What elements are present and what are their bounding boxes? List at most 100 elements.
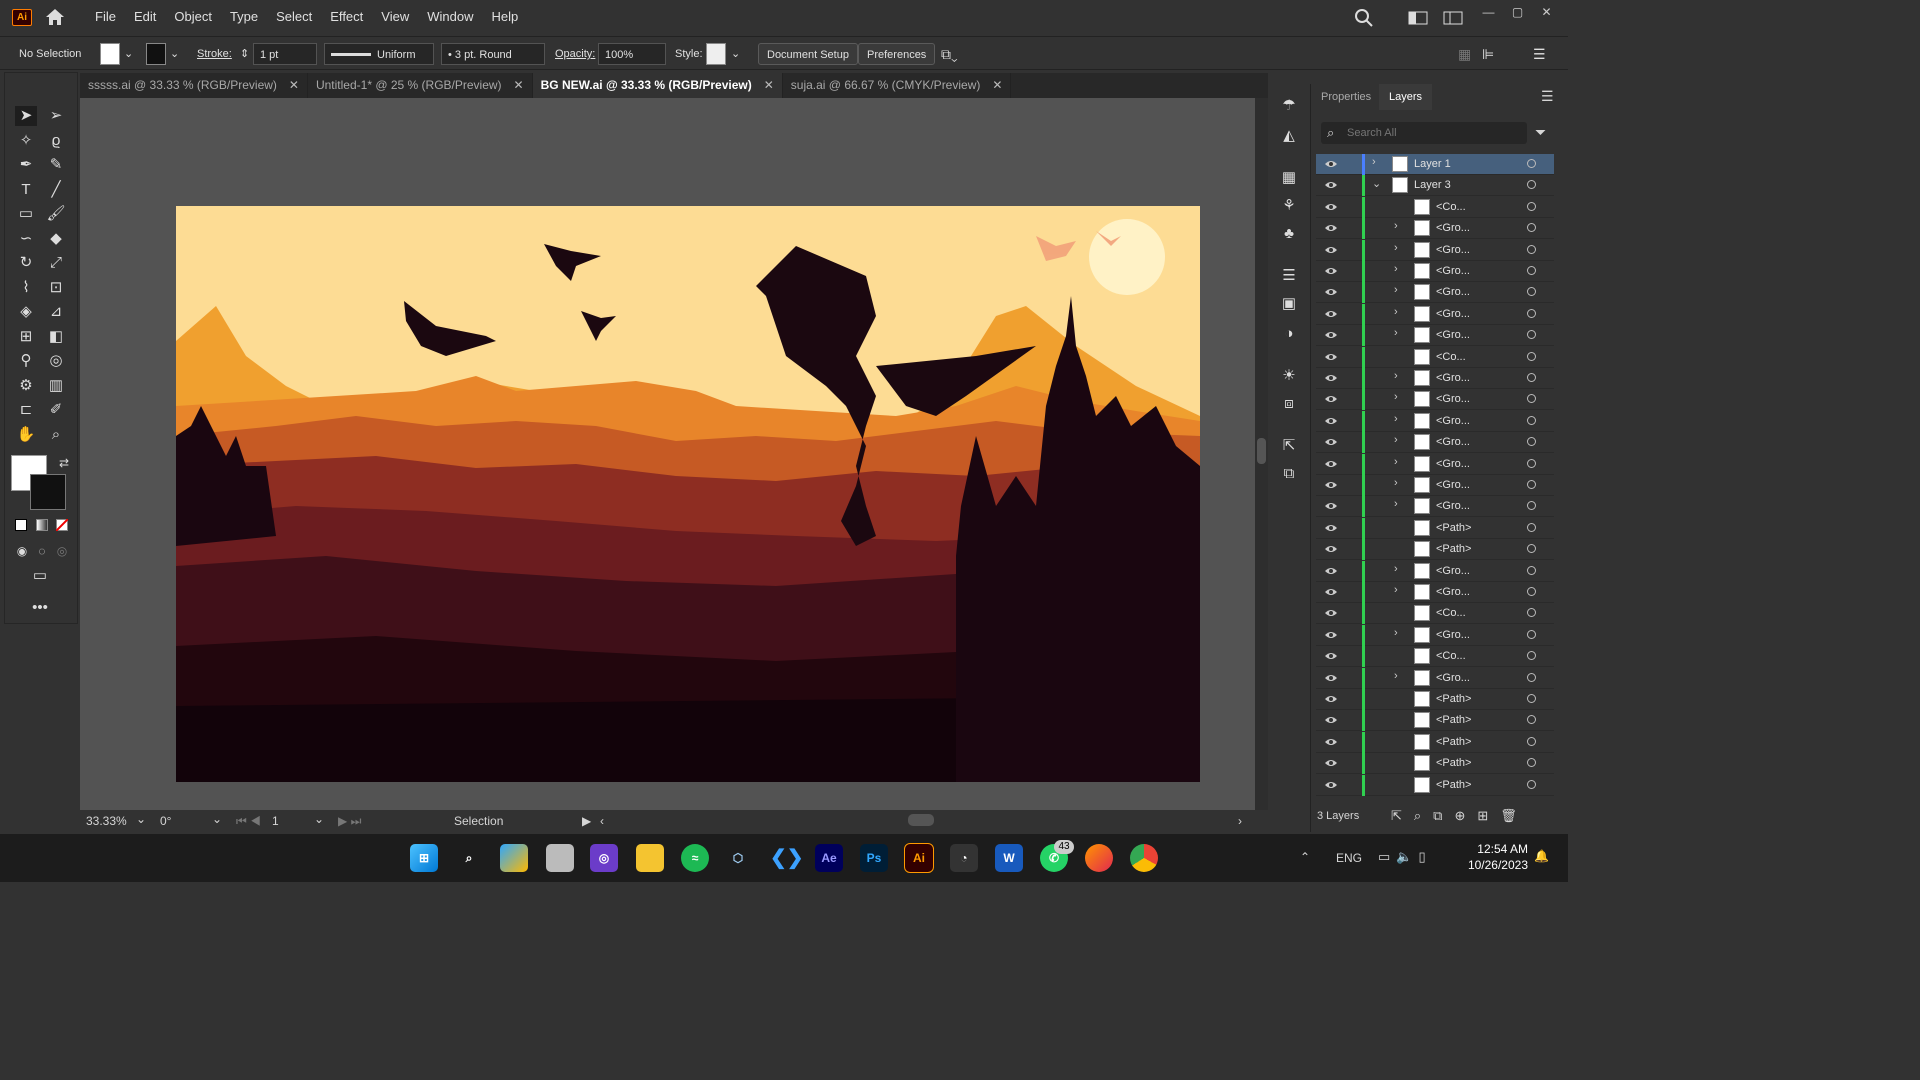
target-icon[interactable] bbox=[1527, 330, 1536, 340]
layer-row[interactable]: › <Gro... bbox=[1316, 432, 1554, 454]
layer-row[interactable]: › <Gro... bbox=[1316, 218, 1554, 240]
tab-layers[interactable]: Layers bbox=[1379, 84, 1433, 110]
menu-help[interactable]: Help bbox=[482, 0, 527, 34]
word-icon[interactable]: W bbox=[995, 844, 1023, 872]
arrange-documents-icon[interactable]: ⧉⌄ bbox=[941, 43, 958, 65]
eye-icon[interactable] bbox=[1324, 329, 1338, 341]
expand-icon[interactable]: ⌄ bbox=[1372, 177, 1381, 190]
target-icon[interactable] bbox=[1527, 437, 1536, 447]
eye-icon[interactable] bbox=[1324, 244, 1338, 256]
eraser-icon[interactable]: ◆ bbox=[45, 229, 67, 249]
target-icon[interactable] bbox=[1527, 373, 1536, 382]
target-icon[interactable] bbox=[1527, 629, 1536, 639]
target-icon[interactable] bbox=[1527, 266, 1536, 275]
layer-row[interactable]: › <Gro... bbox=[1316, 624, 1554, 646]
layer-row[interactable]: › <Gro... bbox=[1316, 667, 1554, 689]
chevron-down-icon[interactable]: ⌄ bbox=[314, 812, 324, 826]
more-tools-icon[interactable]: ••• bbox=[29, 598, 51, 618]
layer-row[interactable]: › <Gro... bbox=[1316, 325, 1554, 347]
target-icon[interactable] bbox=[1527, 736, 1536, 746]
expand-icon[interactable]: › bbox=[1394, 434, 1398, 446]
target-icon[interactable] bbox=[1527, 544, 1536, 554]
target-icon[interactable] bbox=[1527, 522, 1536, 532]
chevron-down-icon[interactable]: ⌄ bbox=[212, 812, 222, 826]
eye-icon[interactable] bbox=[1324, 714, 1338, 726]
tab-suja[interactable]: suja.ai @ 66.67 % (CMYK/Preview) ✕ bbox=[783, 73, 1012, 98]
swatches-icon[interactable]: ▦ bbox=[1278, 168, 1300, 188]
eye-icon[interactable] bbox=[1324, 265, 1338, 277]
pen-tool-icon[interactable]: ✒ bbox=[15, 155, 37, 175]
first-artboard-icon[interactable]: ⏮ ◀ bbox=[236, 814, 261, 829]
menu-window[interactable]: Window bbox=[418, 0, 482, 34]
close-icon[interactable]: ✕ bbox=[992, 73, 1002, 98]
layer-row[interactable]: › <Gro... bbox=[1316, 389, 1554, 411]
eye-icon[interactable] bbox=[1324, 222, 1338, 234]
expand-icon[interactable]: › bbox=[1394, 220, 1398, 232]
menu-type[interactable]: Type bbox=[221, 0, 267, 34]
layer-actions-icon[interactable]: ⇱⌕⧉⊕⊞🗑 bbox=[1391, 808, 1529, 824]
search-input[interactable] bbox=[1347, 124, 1517, 142]
paintbrush-icon[interactable]: 🖌 bbox=[45, 204, 67, 224]
mesh-tool-icon[interactable]: ⊞ bbox=[15, 327, 37, 347]
gradient-panel-icon[interactable]: ▣ bbox=[1278, 294, 1300, 314]
graphic-styles-icon[interactable]: ⧈ bbox=[1278, 394, 1300, 414]
virtualbox-icon[interactable]: ⬡ bbox=[724, 844, 752, 872]
eye-icon[interactable] bbox=[1324, 565, 1338, 577]
transparency-icon[interactable]: ◑ bbox=[1278, 324, 1300, 344]
layer-row[interactable]: › <Gro... bbox=[1316, 582, 1554, 603]
target-icon[interactable] bbox=[1527, 694, 1536, 703]
expand-icon[interactable]: › bbox=[1394, 263, 1398, 275]
draw-behind-icon[interactable]: ◌ bbox=[31, 541, 53, 561]
draw-normal-icon[interactable]: ◉ bbox=[11, 541, 33, 561]
expand-icon[interactable]: › bbox=[1394, 477, 1398, 489]
expand-icon[interactable]: › bbox=[1394, 498, 1398, 510]
search-icon[interactable] bbox=[1354, 8, 1374, 28]
layer-row[interactable]: <Co... bbox=[1316, 196, 1554, 218]
symbol-sprayer-icon[interactable]: ⚙ bbox=[15, 376, 37, 396]
graph-tool-icon[interactable]: ▥ bbox=[45, 376, 67, 396]
perspective-grid-icon[interactable]: ⊿ bbox=[45, 302, 67, 322]
zoom-tool-icon[interactable]: ⌕ bbox=[45, 425, 67, 445]
firefox-icon[interactable] bbox=[1085, 844, 1113, 872]
next-artboard-icon[interactable]: ▶ ⏭ bbox=[338, 814, 361, 829]
artboard-number[interactable]: 1 bbox=[272, 814, 279, 828]
slice-tool-icon[interactable]: ✐ bbox=[45, 400, 67, 420]
stroke-weight-field[interactable]: 1 pt bbox=[253, 43, 317, 65]
expand-icon[interactable]: › bbox=[1394, 563, 1398, 575]
layer-row[interactable]: <Path> bbox=[1316, 539, 1554, 561]
layer-row[interactable]: <Path> bbox=[1316, 689, 1554, 710]
scroll-thumb[interactable] bbox=[1257, 438, 1266, 464]
stroke-label[interactable]: Stroke: bbox=[197, 43, 232, 65]
home-icon[interactable] bbox=[44, 7, 66, 27]
tray-overflow-icon[interactable]: ⌃ bbox=[1300, 850, 1310, 864]
layer-row[interactable]: <Path> bbox=[1316, 753, 1554, 775]
layer-row[interactable]: › <Gro... bbox=[1316, 453, 1554, 475]
target-icon[interactable] bbox=[1527, 587, 1536, 596]
eye-icon[interactable] bbox=[1324, 757, 1338, 769]
target-icon[interactable] bbox=[1527, 672, 1536, 682]
expand-icon[interactable]: › bbox=[1394, 391, 1398, 403]
stepper-icon[interactable]: ⇕ bbox=[240, 43, 249, 65]
layer-row[interactable]: ⌄ Layer 3 bbox=[1316, 175, 1554, 197]
variable-width-profile[interactable]: Uniform bbox=[324, 43, 434, 65]
export-icon[interactable]: ⇱ bbox=[1278, 436, 1300, 456]
copilot-icon[interactable] bbox=[500, 844, 528, 872]
arrange-icon[interactable] bbox=[1443, 10, 1463, 26]
layer-row[interactable]: <Path> bbox=[1316, 710, 1554, 732]
menu-view[interactable]: View bbox=[372, 0, 418, 34]
target-icon[interactable] bbox=[1527, 608, 1536, 618]
horizontal-scroll-thumb[interactable] bbox=[908, 814, 934, 826]
target-icon[interactable] bbox=[1527, 223, 1536, 233]
layer-row[interactable]: <Co... bbox=[1316, 646, 1554, 668]
eye-icon[interactable] bbox=[1324, 372, 1338, 384]
eye-icon[interactable] bbox=[1324, 500, 1338, 512]
target-icon[interactable] bbox=[1527, 458, 1536, 468]
artboard[interactable] bbox=[176, 206, 1200, 782]
align-icon[interactable]: ▦ bbox=[1458, 43, 1471, 65]
magic-wand-icon[interactable]: ✧ bbox=[15, 131, 37, 151]
color-mode-icon[interactable] bbox=[15, 519, 27, 531]
search-icon[interactable]: ⌕ bbox=[455, 844, 483, 872]
eye-icon[interactable] bbox=[1324, 351, 1338, 363]
eye-icon[interactable] bbox=[1324, 607, 1338, 619]
artboard-tool-icon[interactable]: ⊏ bbox=[15, 400, 37, 420]
